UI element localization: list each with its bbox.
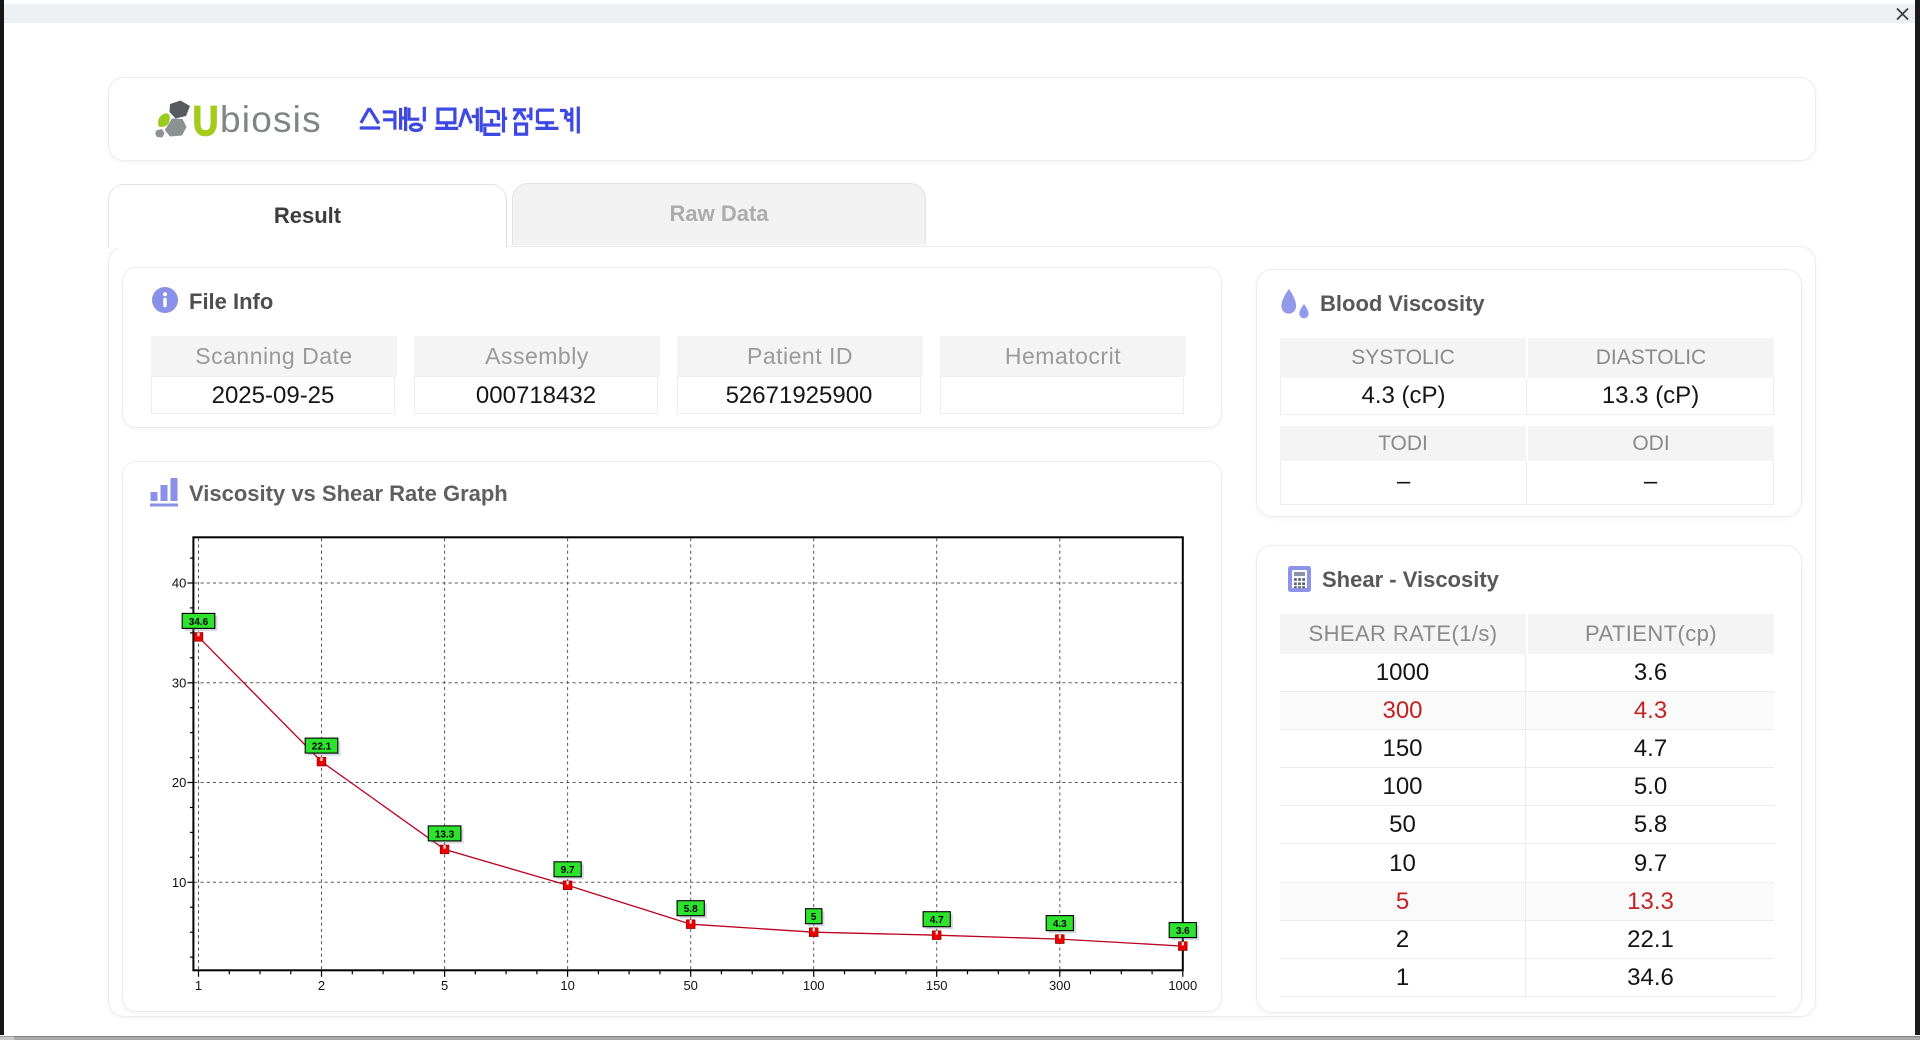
svg-text:50: 50 (683, 978, 697, 993)
svg-text:20: 20 (172, 775, 186, 790)
svg-text:10: 10 (560, 978, 574, 993)
svg-text:40: 40 (172, 576, 186, 591)
svg-text:300: 300 (1049, 978, 1071, 993)
svg-text:4.7: 4.7 (930, 915, 944, 926)
svg-text:2: 2 (318, 978, 325, 993)
svg-text:4.3: 4.3 (1053, 919, 1067, 930)
svg-text:5.8: 5.8 (684, 904, 698, 915)
svg-text:3.6: 3.6 (1176, 926, 1190, 937)
svg-text:22.1: 22.1 (312, 742, 332, 753)
svg-text:5: 5 (811, 912, 817, 923)
svg-text:30: 30 (172, 675, 186, 690)
svg-text:13.3: 13.3 (435, 829, 455, 840)
svg-text:9.7: 9.7 (561, 865, 575, 876)
svg-text:100: 100 (803, 978, 825, 993)
svg-text:150: 150 (926, 978, 948, 993)
svg-text:5: 5 (441, 978, 448, 993)
svg-text:10: 10 (172, 875, 186, 890)
svg-text:1: 1 (195, 978, 202, 993)
svg-text:34.6: 34.6 (189, 617, 209, 628)
svg-text:1000: 1000 (1168, 978, 1197, 993)
